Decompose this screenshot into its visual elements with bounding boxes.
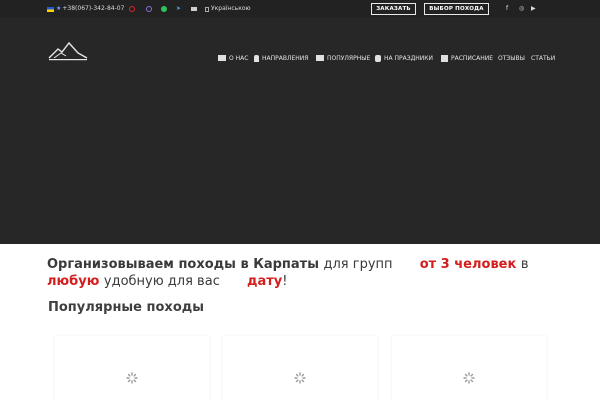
ukraine-flag-icon xyxy=(47,6,54,12)
nav-label: НА ПРАЗДНИКИ xyxy=(384,54,434,62)
nav-label: ОТЗЫВЫ xyxy=(498,54,525,62)
nav-reviews[interactable]: ОТЗЫВЫ xyxy=(498,49,525,67)
headline-highlight-group-size: от 3 человек xyxy=(419,257,517,272)
nav-label: О НАС xyxy=(229,54,249,62)
loading-spinner-icon xyxy=(463,372,475,384)
whatsapp-link[interactable] xyxy=(161,0,167,18)
viber-link[interactable] xyxy=(146,0,152,18)
phone-link[interactable]: ★ +38(067)-342-84-07 xyxy=(47,0,124,18)
nav-holidays[interactable]: НА ПРАЗДНИКИ xyxy=(375,49,433,67)
facebook-icon[interactable]: f xyxy=(506,0,508,18)
section-title: Популярные походы xyxy=(48,300,205,315)
headline-part3: в xyxy=(520,257,529,272)
instagram-icon[interactable]: ◎ xyxy=(519,0,524,18)
language-label: Українською xyxy=(211,5,251,12)
tour-card[interactable] xyxy=(392,336,546,400)
language-icon xyxy=(205,6,209,12)
tour-card[interactable] xyxy=(223,336,377,400)
tour-cards xyxy=(0,336,600,400)
map-marker-icon xyxy=(254,54,259,62)
nav-schedule[interactable]: РАСПИСАНИЕ xyxy=(441,49,493,67)
headline-part2: для групп xyxy=(323,257,393,272)
headline-part1: Организовываем походы в Карпаты xyxy=(47,257,319,272)
folder-icon xyxy=(218,55,226,61)
stack-icon xyxy=(375,54,381,62)
nav-label: СТАТЬИ xyxy=(531,54,556,62)
loading-spinner-icon xyxy=(126,372,138,384)
calendar-icon xyxy=(441,54,448,62)
loading-spinner-icon xyxy=(294,372,306,384)
viber-icon xyxy=(146,6,152,12)
nav-directions[interactable]: НАПРАВЛЕНИЯ xyxy=(254,49,308,67)
headline-part5: ! xyxy=(282,274,288,289)
hero-banner: О НАС НАПРАВЛЕНИЯ ПОПУЛЯРНЫЕ НА ПРАЗДНИК… xyxy=(0,18,600,244)
opera-link[interactable] xyxy=(129,0,135,18)
youtube-icon[interactable]: ▶ xyxy=(531,0,536,18)
tour-card[interactable] xyxy=(55,336,209,400)
whatsapp-icon xyxy=(161,6,167,12)
order-button[interactable]: ЗАКАЗАТЬ xyxy=(371,3,416,15)
star-icon: ★ xyxy=(56,5,62,12)
nav-popular[interactable]: ПОПУЛЯРНЫЕ xyxy=(316,49,370,67)
telegram-link[interactable]: ➤ xyxy=(176,0,181,18)
email-link[interactable] xyxy=(191,0,197,18)
phone-number: +38(067)-342-84-07 xyxy=(62,5,125,12)
nav-label: НАПРАВЛЕНИЯ xyxy=(262,54,309,62)
opera-icon xyxy=(129,6,135,12)
choose-tour-button[interactable]: ВЫБОР ПОХОДА xyxy=(424,3,489,15)
language-switch[interactable]: Українською xyxy=(205,0,251,18)
headline-highlight-date: дату xyxy=(247,274,283,289)
list-icon xyxy=(316,55,324,61)
nav-articles[interactable]: СТАТЬИ xyxy=(531,49,555,67)
main-headline: Организовываем походы в Карпаты для груп… xyxy=(47,256,567,290)
nav-label: РАСПИСАНИЕ xyxy=(451,54,493,62)
mail-icon xyxy=(191,7,197,11)
headline-part4: удобную для вас xyxy=(103,274,220,289)
telegram-icon: ➤ xyxy=(176,5,182,12)
site-logo[interactable] xyxy=(48,40,88,62)
top-bar: ★ +38(067)-342-84-07 ➤ Українською ЗАКАЗ… xyxy=(0,0,600,18)
nav-about[interactable]: О НАС xyxy=(218,49,248,67)
nav-label: ПОПУЛЯРНЫЕ xyxy=(327,54,371,62)
headline-highlight-any: любую xyxy=(47,274,100,289)
